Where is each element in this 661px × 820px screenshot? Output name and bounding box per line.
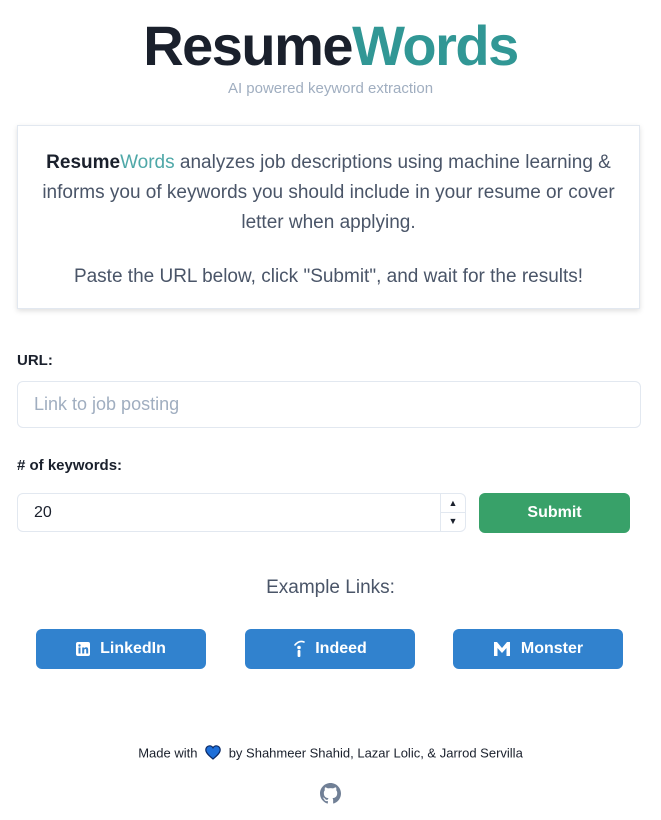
logo-part-resume: Resume — [143, 14, 353, 77]
footer-credits: Made with by Shahmeer Shahid, Lazar Loli… — [0, 745, 661, 763]
info-brand-resume: Resume — [46, 152, 121, 173]
indeed-example-button[interactable]: Indeed — [245, 629, 415, 669]
indeed-icon — [293, 640, 306, 658]
linkedin-button-label: LinkedIn — [100, 640, 166, 657]
info-description: ResumeWords analyzes job descriptions us… — [42, 148, 615, 238]
monster-example-button[interactable]: Monster — [453, 629, 623, 669]
linkedin-example-button[interactable]: LinkedIn — [36, 629, 206, 669]
footer-made-with: Made with — [138, 745, 198, 761]
monster-button-label: Monster — [520, 640, 584, 657]
info-card: ResumeWords analyzes job descriptions us… — [17, 125, 640, 309]
example-links-title: Example Links: — [266, 577, 395, 598]
indeed-button-label: Indeed — [315, 640, 367, 657]
monster-icon — [493, 641, 511, 657]
heart-icon — [205, 745, 221, 763]
keywords-value[interactable]: 20 — [34, 504, 52, 522]
keywords-number-input[interactable]: 20 ▲ ▼ — [17, 493, 466, 532]
info-instruction: Paste the URL below, click "Submit", and… — [73, 266, 584, 287]
tagline: AI powered keyword extraction — [227, 80, 434, 97]
linkedin-icon — [76, 642, 91, 656]
url-label: URL: — [17, 352, 53, 369]
app-logo: ResumeWords — [0, 14, 661, 78]
increment-icon[interactable]: ▲ — [441, 494, 465, 513]
keywords-stepper: ▲ ▼ — [440, 494, 465, 531]
info-brand-words: Words — [120, 152, 175, 173]
decrement-icon[interactable]: ▼ — [441, 512, 465, 530]
submit-button[interactable]: Submit — [479, 493, 630, 533]
logo-part-words: Words — [352, 14, 519, 77]
url-input[interactable] — [17, 381, 641, 428]
keywords-label: # of keywords: — [17, 457, 123, 474]
footer-authors: by Shahmeer Shahid, Lazar Lolic, & Jarro… — [228, 745, 523, 761]
github-icon[interactable] — [320, 783, 341, 804]
